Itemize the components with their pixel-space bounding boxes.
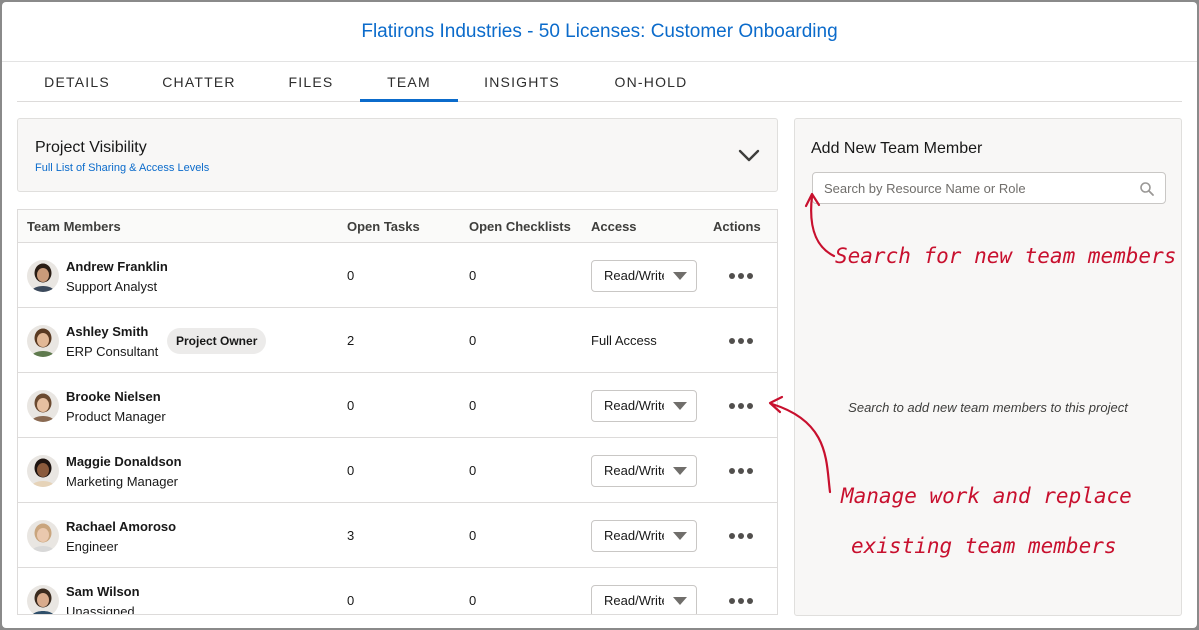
search-icon[interactable] xyxy=(1139,181,1155,197)
annotation-manage-line2: existing team members xyxy=(851,534,1117,558)
tab-bar: DETAILS CHATTER FILES TEAM INSIGHTS ON-H… xyxy=(17,62,1182,102)
access-select[interactable]: Read/Write xyxy=(591,454,697,487)
table-row: Ashley Smith ERP Consultant Project Owner 2… xyxy=(18,308,777,373)
annotation-arrow-search xyxy=(804,192,836,258)
member-name: Rachael Amoroso xyxy=(66,518,177,534)
open-tasks-count: 3 xyxy=(347,527,355,543)
table-row: Sam Wilson Unassigned 0 0 Read/Write xyxy=(18,568,777,615)
project-visibility-title: Project Visibility xyxy=(35,139,147,156)
open-checklists-count: 0 xyxy=(469,462,477,478)
avatar xyxy=(27,454,59,487)
open-tasks-count: 2 xyxy=(347,332,355,348)
tab-on-hold[interactable]: ON-HOLD xyxy=(603,62,699,102)
avatar xyxy=(27,389,59,422)
resource-search-input[interactable] xyxy=(813,173,1133,203)
header-actions: Actions xyxy=(713,219,761,234)
member-role: Support Analyst xyxy=(66,278,158,294)
more-actions-icon[interactable] xyxy=(728,336,754,346)
dropdown-arrow-icon xyxy=(673,596,687,605)
table-row: Rachael Amoroso Engineer 3 0 Read/Write xyxy=(18,503,777,568)
avatar xyxy=(27,324,59,357)
access-select[interactable]: Read/Write xyxy=(591,389,697,422)
avatar xyxy=(27,584,59,614)
open-checklists-count: 0 xyxy=(469,592,477,608)
header-open-checklists: Open Checklists xyxy=(469,219,571,234)
member-role: Engineer xyxy=(66,538,119,554)
tab-insights[interactable]: INSIGHTS xyxy=(472,62,572,102)
dropdown-arrow-icon xyxy=(673,466,687,475)
project-owner-badge: Project Owner xyxy=(167,327,267,354)
team-members-table: Team Members Open Tasks Open Checklists … xyxy=(17,209,778,615)
empty-search-message: Search to add new team members to this p… xyxy=(848,400,1128,415)
open-tasks-count: 0 xyxy=(347,462,355,478)
annotation-search-note: Search for new team members xyxy=(835,244,1177,268)
tab-files[interactable]: FILES xyxy=(261,62,361,102)
sharing-access-link[interactable]: Full List of Sharing & Access Levels xyxy=(35,162,209,174)
open-checklists-count: 0 xyxy=(469,527,477,543)
header-team-members: Team Members xyxy=(27,219,121,234)
open-checklists-count: 0 xyxy=(469,397,477,413)
more-actions-icon[interactable] xyxy=(728,401,754,411)
annotation-arrow-manage xyxy=(768,395,832,494)
table-row: Andrew Franklin Support Analyst 0 0 Read/Wri… xyxy=(18,243,777,308)
add-team-member-title: Add New Team Member xyxy=(811,140,983,157)
open-checklists-count: 0 xyxy=(469,267,477,283)
member-role: Product Manager xyxy=(66,408,166,424)
access-select[interactable]: Read/Write xyxy=(591,584,697,614)
tab-team[interactable]: TEAM xyxy=(360,62,458,102)
project-visibility-panel[interactable]: Project Visibility Full List of Sharing … xyxy=(17,118,778,192)
member-name: Andrew Franklin xyxy=(66,258,168,274)
open-tasks-count: 0 xyxy=(347,592,355,608)
access-select[interactable]: Read/Write xyxy=(591,519,697,552)
header-access: Access xyxy=(591,219,637,234)
dropdown-arrow-icon xyxy=(673,401,687,410)
table-header: Team Members Open Tasks Open Checklists … xyxy=(18,210,777,243)
member-name: Ashley Smith xyxy=(66,323,149,339)
access-select-value: Read/Write xyxy=(604,267,664,283)
more-actions-icon[interactable] xyxy=(728,466,754,476)
member-name: Brooke Nielsen xyxy=(66,388,161,404)
annotation-manage-line1: Manage work and replace xyxy=(841,484,1132,508)
open-checklists-count: 0 xyxy=(469,332,477,348)
table-row: Maggie Donaldson Marketing Manager 0 0 Read/… xyxy=(18,438,777,503)
access-level-text: Full Access xyxy=(591,332,657,348)
access-select-value: Read/Write xyxy=(604,592,664,608)
member-role: ERP Consultant xyxy=(66,343,159,359)
access-select-value: Read/Write xyxy=(604,462,664,478)
access-select[interactable]: Read/Write xyxy=(591,259,697,292)
avatar xyxy=(27,259,59,292)
open-tasks-count: 0 xyxy=(347,397,355,413)
dropdown-arrow-icon xyxy=(673,531,687,540)
more-actions-icon[interactable] xyxy=(728,271,754,281)
header-open-tasks: Open Tasks xyxy=(347,219,420,234)
member-name: Sam Wilson xyxy=(66,583,140,599)
modal-title: Flatirons Industries - 50 Licenses: Cust… xyxy=(2,2,1197,62)
avatar xyxy=(27,519,59,552)
resource-search-box[interactable] xyxy=(812,172,1166,204)
chevron-down-icon[interactable] xyxy=(737,144,761,168)
access-select-value: Read/Write xyxy=(604,397,664,413)
tab-chatter[interactable]: CHATTER xyxy=(139,62,259,102)
tab-details[interactable]: DETAILS xyxy=(17,62,137,102)
member-name: Maggie Donaldson xyxy=(66,453,182,469)
access-select-value: Read/Write xyxy=(604,527,664,543)
open-tasks-count: 0 xyxy=(347,267,355,283)
more-actions-icon[interactable] xyxy=(728,531,754,541)
member-role: Unassigned xyxy=(66,603,135,615)
more-actions-icon[interactable] xyxy=(728,596,754,606)
table-row: Brooke Nielsen Product Manager 0 0 Read/Writ… xyxy=(18,373,777,438)
dropdown-arrow-icon xyxy=(673,271,687,280)
member-role: Marketing Manager xyxy=(66,473,178,489)
